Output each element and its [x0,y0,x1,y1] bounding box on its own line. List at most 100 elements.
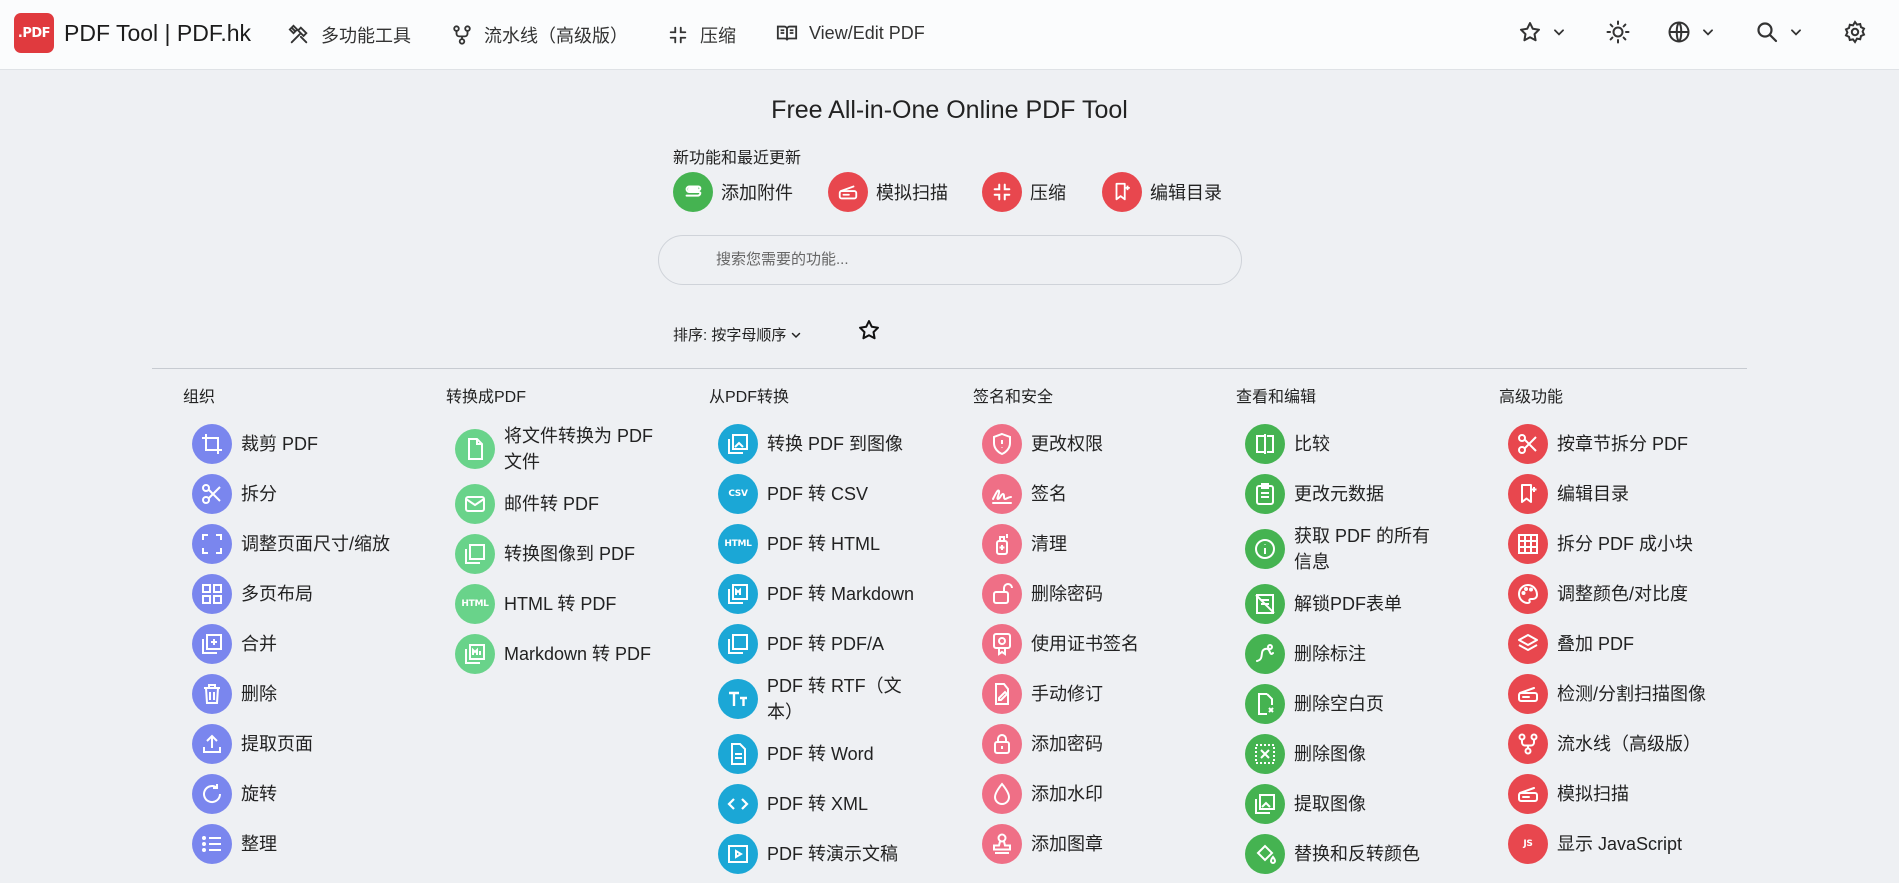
nav-multi-tool[interactable]: 多功能工具 [288,22,411,48]
tool-remove-annotations[interactable]: 删除标注 [1245,633,1476,675]
tool-compare[interactable]: 比较 [1245,423,1476,465]
tool-unlock-form[interactable]: 解锁PDF表单 [1245,583,1476,625]
tool-detect-split-scans[interactable]: 检测/分割扫描图像 [1508,673,1739,715]
tool-add-password[interactable]: 添加密码 [982,723,1213,765]
tool-pdf-to-image[interactable]: 转换 PDF 到图像 [718,423,949,465]
tool-split[interactable]: 拆分 [192,473,423,515]
tool-add-stamp[interactable]: 添加图章 [982,823,1213,865]
tool-delete[interactable]: 删除 [192,673,423,715]
tool-manual-redact[interactable]: 手动修订 [982,673,1213,715]
tool-label: 添加密码 [1031,734,1103,754]
chevron-down-icon [1791,29,1801,36]
nav-view-edit-label: View/Edit PDF [809,22,925,43]
tool-pdf-to-html[interactable]: HTML PDF 转 HTML [718,523,949,565]
tool-extract-pages[interactable]: 提取页面 [192,723,423,765]
recent-compress[interactable]: 压缩 [982,172,1066,212]
recent-label: 压缩 [1030,183,1066,203]
tool-label: 替换和反转颜色 [1294,844,1420,864]
tool-label: 添加水印 [1031,784,1103,804]
tool-extract-images[interactable]: 提取图像 [1245,783,1476,825]
tool-pipeline[interactable]: 流水线（高级版） [1508,723,1739,765]
tool-pdf-to-xml[interactable]: PDF 转 XML [718,783,949,825]
nav-compress[interactable]: 压缩 [667,22,736,48]
chevron-down-icon [1703,29,1713,36]
tool-pdf-to-csv[interactable]: CSV PDF 转 CSV [718,473,949,515]
tool-pdf-to-markdown[interactable]: PDF 转 Markdown [718,573,949,615]
nav-pipeline[interactable]: 流水线（高级版） [451,22,628,48]
nav-pipeline-label: 流水线（高级版） [484,26,628,46]
search-menu[interactable] [1755,20,1803,44]
chevron-down-icon [1554,29,1564,36]
tool-change-permissions[interactable]: 更改权限 [982,423,1213,465]
tool-label: 将文件转换为 PDF 文件 [504,426,654,472]
tool-markdown-to-pdf[interactable]: Markdown 转 PDF [455,633,686,675]
tool-remove-images[interactable]: 删除图像 [1245,733,1476,775]
tool-replace-invert-color[interactable]: 替换和反转颜色 [1245,833,1476,875]
tool-cert-sign[interactable]: 使用证书签名 [982,623,1213,665]
scanner-icon [1508,674,1548,714]
nav-view-edit[interactable]: View/Edit PDF [776,22,925,44]
recent-edit-toc[interactable]: 编辑目录 [1102,172,1222,212]
tool-remove-blank-pages[interactable]: 删除空白页 [1245,683,1476,725]
favorites-menu[interactable] [1518,20,1566,44]
tool-merge[interactable]: 合并 [192,623,423,665]
theme-toggle[interactable] [1606,20,1630,44]
tool-sign[interactable]: 签名 [982,473,1213,515]
edit-document-icon [982,674,1022,714]
tool-file-to-pdf[interactable]: 将文件转换为 PDF 文件 [455,423,686,475]
slideshow-icon [718,834,758,874]
tool-resize[interactable]: 调整页面尺寸/缩放 [192,523,423,565]
globe-icon [1668,21,1690,43]
tool-label: PDF 转 PDF/A [767,634,885,654]
recent-add-attachment[interactable]: 添加附件 [673,172,793,212]
tool-change-metadata[interactable]: 更改元数据 [1245,473,1476,515]
tool-organize[interactable]: 整理 [192,823,423,865]
compare-icon [1245,424,1285,464]
tool-pdf-to-rtf[interactable]: PDF 转 RTF（文本） [718,673,949,725]
scanner-icon [828,172,868,212]
tool-crop[interactable]: 裁剪 PDF [192,423,423,465]
clipboard-icon [1245,474,1285,514]
tool-add-watermark[interactable]: 添加水印 [982,773,1213,815]
tool-pdf-to-pdfa[interactable]: PDF 转 PDF/A [718,623,949,665]
rotate-icon [192,774,232,814]
settings-button[interactable] [1843,20,1867,44]
tool-rotate[interactable]: 旋转 [192,773,423,815]
sort-dropdown[interactable]: 排序: 按字母顺序 [673,324,802,345]
tool-overlay-pdf[interactable]: 叠加 PDF [1508,623,1739,665]
feature-search-box[interactable] [658,235,1242,285]
tool-email-to-pdf[interactable]: 邮件转 PDF [455,483,686,525]
search-icon [1757,22,1778,43]
tool-fake-scan[interactable]: 模拟扫描 [1508,773,1739,815]
tool-multi-page-layout[interactable]: 多页布局 [192,573,423,615]
tool-label: PDF 转 CSV [767,484,869,504]
tool-get-info[interactable]: 获取 PDF 的所有信息 [1245,523,1476,575]
form-off-icon [1245,584,1285,624]
tool-image-to-pdf[interactable]: 转换图像到 PDF [455,533,686,575]
favorites-filter-star-icon[interactable] [857,318,881,342]
tool-adjust-colors[interactable]: 调整颜色/对比度 [1508,573,1739,615]
tool-html-to-pdf[interactable]: HTML HTML 转 PDF [455,583,686,625]
category-convert-from-pdf: 从PDF转换 转换 PDF 到图像 CSV PDF 转 CSV HTML PDF 转… [709,383,949,883]
grid-icon [1508,524,1548,564]
recent-simulate-scan[interactable]: 模拟扫描 [828,172,948,212]
bookmark-icon [1102,172,1142,212]
category-sign-security: 签名和安全 更改权限 签名 清理 删除密码 使用证书签名 手动修订 添加密码 添… [973,383,1213,873]
tool-label: HTML 转 PDF [504,594,617,614]
tool-pdf-to-presentation[interactable]: PDF 转演示文稿 [718,833,949,875]
tool-edit-toc[interactable]: 编辑目录 [1508,473,1739,515]
search-input[interactable] [714,250,1218,269]
fullscreen-icon [192,524,232,564]
tool-sanitize[interactable]: 清理 [982,523,1213,565]
tool-pdf-to-word[interactable]: PDF 转 Word [718,733,949,775]
tool-remove-password[interactable]: 删除密码 [982,573,1213,615]
tool-show-javascript[interactable]: JS 显示 JavaScript [1508,823,1739,865]
tool-label: PDF 转 XML [767,794,869,814]
tool-split-into-chunks[interactable]: 拆分 PDF 成小块 [1508,523,1739,565]
brand[interactable]: .PDF PDF Tool | PDF.hk [14,13,251,53]
tool-split-by-chapters[interactable]: 按章节拆分 PDF [1508,423,1739,465]
category-convert-to-pdf: 转换成PDF 将文件转换为 PDF 文件 邮件转 PDF 转换图像到 PDF H… [446,383,686,683]
file-icon [455,429,495,469]
tools-icon [288,24,308,44]
language-menu[interactable] [1667,20,1715,44]
